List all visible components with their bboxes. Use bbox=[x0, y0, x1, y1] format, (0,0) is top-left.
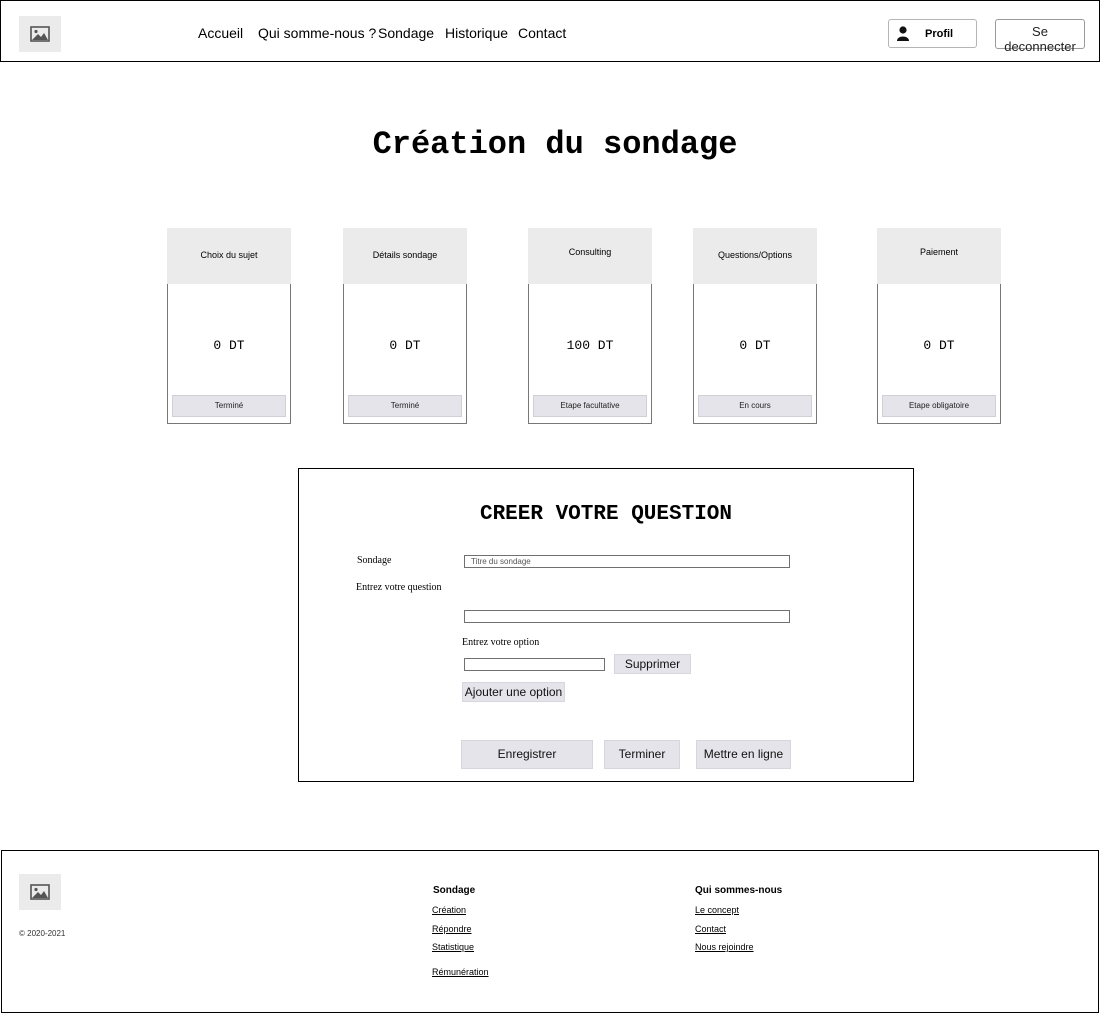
footer-link-contact[interactable]: Contact bbox=[695, 924, 726, 934]
step-header: Détails sondage bbox=[343, 228, 467, 284]
footer-link-le-concept[interactable]: Le concept bbox=[695, 905, 739, 915]
sondage-label: Sondage bbox=[357, 555, 392, 566]
step-body: 0 DT Etape obligatoire bbox=[877, 284, 1001, 424]
question-input[interactable] bbox=[464, 610, 790, 623]
profile-button-label: Profil bbox=[925, 28, 954, 40]
step-status-button[interactable]: Terminé bbox=[172, 395, 286, 417]
option-label: Entrez votre option bbox=[462, 637, 540, 648]
step-price: 0 DT bbox=[213, 338, 245, 353]
image-icon bbox=[30, 884, 50, 900]
nav-link-sondage[interactable]: Sondage bbox=[378, 25, 434, 41]
step-body: 0 DT Terminé bbox=[167, 284, 291, 424]
image-icon bbox=[30, 26, 50, 42]
step-card-details-sondage: Détails sondage 0 DT Terminé bbox=[343, 228, 467, 424]
step-card-paiement: Paiement 0 DT Etape obligatoire bbox=[877, 228, 1001, 424]
form-title: CREER VOTRE QUESTION bbox=[479, 503, 733, 526]
step-price: 0 DT bbox=[389, 338, 421, 353]
step-body: 0 DT Terminé bbox=[343, 284, 467, 424]
step-price: 0 DT bbox=[739, 338, 771, 353]
footer-heading-sondage: Sondage bbox=[433, 885, 476, 896]
step-header: Questions/Options bbox=[693, 228, 817, 284]
question-form-panel: CREER VOTRE QUESTION Sondage Titre du so… bbox=[298, 468, 914, 782]
step-title: Choix du sujet bbox=[200, 250, 258, 260]
step-status-button[interactable]: Terminé bbox=[348, 395, 462, 417]
question-label: Entrez votre question bbox=[356, 582, 442, 593]
top-nav-bar: Accueil Qui somme-nous ? Sondage Histori… bbox=[0, 0, 1100, 62]
step-card-choix-du-sujet: Choix du sujet 0 DT Terminé bbox=[167, 228, 291, 424]
footer-link-creation[interactable]: Création bbox=[432, 905, 466, 915]
copyright-text: © 2020-2021 bbox=[19, 929, 66, 938]
save-button[interactable]: Enregistrer bbox=[461, 740, 593, 769]
footer-link-repondre[interactable]: Répondre bbox=[432, 924, 472, 934]
page-title: Création du sondage bbox=[372, 126, 738, 163]
finish-button[interactable]: Terminer bbox=[604, 740, 680, 769]
logout-button[interactable]: Se deconnecter bbox=[995, 19, 1085, 54]
footer-link-nous-rejoindre[interactable]: Nous rejoindre bbox=[695, 942, 754, 952]
step-title: Paiement bbox=[919, 247, 959, 257]
footer-heading-qui-sommes-nous: Qui sommes-nous bbox=[695, 885, 783, 896]
step-price: 100 DT bbox=[566, 338, 614, 353]
nav-link-historique[interactable]: Historique bbox=[445, 25, 508, 41]
step-body: 100 DT Etape facultative bbox=[528, 284, 652, 424]
nav-link-accueil[interactable]: Accueil bbox=[198, 25, 243, 41]
step-header: Consulting bbox=[528, 228, 652, 284]
step-body: 0 DT En cours bbox=[693, 284, 817, 424]
sondage-title-input[interactable]: Titre du sondage bbox=[464, 555, 790, 568]
footer-logo-image-icon[interactable] bbox=[19, 874, 61, 910]
profile-button[interactable]: Profil bbox=[888, 19, 977, 48]
footer: © 2020-2021 Sondage Création Répondre St… bbox=[1, 850, 1099, 1013]
step-price: 0 DT bbox=[923, 338, 955, 353]
nav-link-qui-sommes-nous[interactable]: Qui somme-nous ? bbox=[258, 25, 376, 41]
step-title: Consulting bbox=[568, 247, 612, 257]
step-title: Questions/Options bbox=[717, 250, 793, 260]
option-input[interactable] bbox=[464, 658, 605, 671]
add-option-button[interactable]: Ajouter une option bbox=[462, 682, 565, 702]
logo-image-icon[interactable] bbox=[19, 16, 61, 52]
step-card-consulting: Consulting 100 DT Etape facultative bbox=[528, 228, 652, 424]
step-status-button[interactable]: Etape facultative bbox=[533, 395, 647, 417]
footer-link-statistique[interactable]: Statistique bbox=[432, 942, 474, 952]
nav-link-contact[interactable]: Contact bbox=[518, 25, 566, 41]
step-header: Paiement bbox=[877, 228, 1001, 284]
step-status-button[interactable]: En cours bbox=[698, 395, 812, 417]
publish-button[interactable]: Mettre en ligne bbox=[696, 740, 791, 769]
footer-link-remuneration[interactable]: Rémunération bbox=[432, 967, 489, 977]
step-title: Détails sondage bbox=[372, 250, 438, 260]
delete-option-button[interactable]: Supprimer bbox=[614, 654, 691, 674]
step-status-button[interactable]: Etape obligatoire bbox=[882, 395, 996, 417]
step-header: Choix du sujet bbox=[167, 228, 291, 284]
user-icon bbox=[897, 26, 909, 41]
step-card-questions-options: Questions/Options 0 DT En cours bbox=[693, 228, 817, 424]
